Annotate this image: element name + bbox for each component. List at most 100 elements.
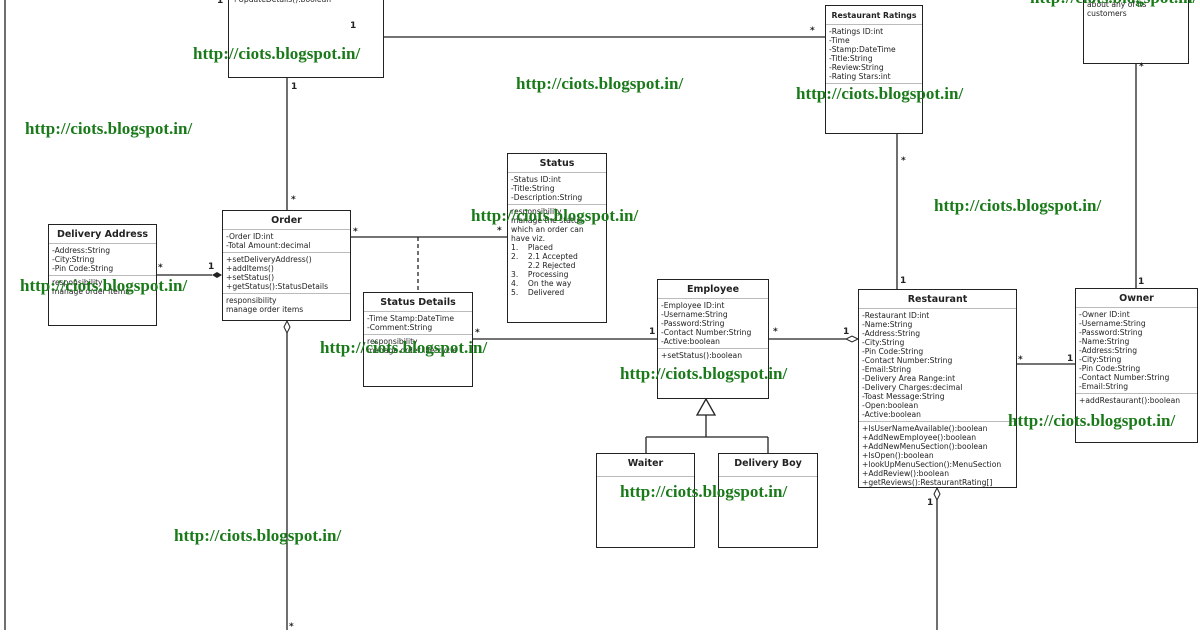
class-attribute: -Contact Number:String <box>661 328 752 337</box>
class-attribute: -Review:String <box>829 63 884 72</box>
class-attributes-section: -Address:String -City:String -Pin Code:Str… <box>49 244 156 276</box>
class-attribute: -City:String <box>862 338 905 347</box>
aggregation-diamond-icon <box>283 319 291 335</box>
class-method: +AddNewMenuSection():boolean <box>862 442 988 451</box>
responsibility-line: responsibility <box>226 296 277 305</box>
watermark-text: http://ciots.blogspot.in/ <box>193 44 361 63</box>
multiplicity: * <box>353 227 358 237</box>
class-attribute: -Time Stamp:DateTime <box>367 314 455 323</box>
watermark-text: http://ciots.blogspot.in/ <box>320 338 488 357</box>
class-attribute: -Rating Stars:int <box>829 72 891 81</box>
class-attribute: -Contact Number:String <box>862 356 953 365</box>
class-attribute: -City:String <box>52 255 95 264</box>
class-attribute: -Username:String <box>1079 319 1146 328</box>
class-attributes-section: -Order ID:int -Total Amount:decimal <box>223 230 350 253</box>
responsibility-line: customers <box>1087 9 1127 18</box>
multiplicity: 1 <box>1138 277 1145 287</box>
class-attributes-section: -Employee ID:int -Username:String -Passwor… <box>658 299 768 349</box>
generalization-triangle-icon <box>695 397 717 416</box>
class-name: Restaurant Ratings <box>826 6 922 25</box>
class-name: Employee <box>658 280 768 299</box>
multiplicity: 1 <box>217 0 224 6</box>
class-method: +IsUserNameAvailable():boolean <box>862 424 988 433</box>
class-method: +setDeliveryAddress() <box>226 255 312 264</box>
multiplicity: * <box>291 195 296 205</box>
class-methods-section: +IsUserNameAvailable():boolean +AddNewEmp… <box>859 422 1016 489</box>
watermark-text: http://ciots.blogspot.in/ <box>620 364 788 383</box>
class-method: +setStatus() <box>226 273 275 282</box>
multiplicity: 1 <box>927 498 934 508</box>
watermark-text: http://ciots.blogspot.in/ <box>471 206 639 225</box>
class-name: Status <box>508 154 606 173</box>
class-attribute: -Password:String <box>661 319 725 328</box>
aggregation-diamond-icon <box>933 486 941 502</box>
class-box-ratings: Restaurant Ratings -Ratings ID:int -Time -S… <box>825 5 923 134</box>
watermark-text: http://ciots.blogspot.in/ <box>25 119 193 138</box>
class-attribute: -Stamp:DateTime <box>829 45 896 54</box>
class-attribute: -Pin Code:String <box>862 347 924 356</box>
multiplicity: * <box>158 263 163 273</box>
class-attribute: -Delivery Charges:decimal <box>862 383 963 392</box>
class-attribute: -Email:String <box>1079 382 1129 391</box>
multiplicity: 1 <box>291 82 298 92</box>
class-attribute: -Name:String <box>862 320 913 329</box>
class-attribute: -Total Amount:decimal <box>226 241 311 250</box>
class-attribute: -Address:String <box>52 246 111 255</box>
class-attribute: -Employee ID:int <box>661 301 725 310</box>
class-name: Restaurant <box>859 290 1016 309</box>
responsibility-line: manage order items <box>226 305 304 314</box>
responsibility-line: 3. Processing <box>511 270 569 279</box>
class-box-status: Status -Status ID:int -Title:String -Descri… <box>507 153 607 323</box>
multiplicity: 1 <box>1067 354 1074 364</box>
class-attribute: -Owner ID:int <box>1079 310 1130 319</box>
class-methods-section: +setDeliveryAddress() +addItems() +setStat… <box>223 253 350 294</box>
watermark-text: http://ciots.blogspot.in/ <box>620 482 788 501</box>
composition-diamond-icon <box>212 272 222 278</box>
class-attributes-section: -Owner ID:int -Username:String -Password:S… <box>1076 308 1197 394</box>
class-name: Status Details <box>364 293 472 312</box>
class-name: Delivery Boy <box>719 454 817 477</box>
class-method: +UpdateDetails():boolean <box>232 0 380 4</box>
class-attribute: -Name:String <box>1079 337 1130 346</box>
class-name: Order <box>223 211 350 230</box>
class-method: +addRestaurant():boolean <box>1079 396 1181 405</box>
multiplicity: 1 <box>900 276 907 286</box>
class-attributes-section: -Status ID:int -Title:String -Description:… <box>508 173 606 205</box>
class-box-address: Delivery Address -Address:String -City:Str… <box>48 224 157 326</box>
responsibility-line: 2.2 Rejected <box>511 261 576 270</box>
class-method: +AddReview():boolean <box>862 469 950 478</box>
class-attribute: -Description:String <box>511 193 583 202</box>
class-attribute: -Pin Code:String <box>52 264 114 273</box>
class-attribute: -Time <box>829 36 850 45</box>
class-attribute: -Address:String <box>1079 346 1138 355</box>
class-attribute: -Contact Number:String <box>1079 373 1170 382</box>
multiplicity: * <box>810 26 815 36</box>
class-method: +setStatus():boolean <box>661 351 743 360</box>
class-attributes-section: -Time Stamp:DateTime -Comment:String <box>364 312 472 335</box>
class-attribute: -Restaurant ID:int <box>862 311 930 320</box>
multiplicity: 1 <box>843 327 850 337</box>
class-attribute: -Password:String <box>1079 328 1143 337</box>
class-attribute: -Username:String <box>661 310 728 319</box>
multiplicity: * <box>289 622 294 632</box>
class-method: +addItems() <box>226 264 274 273</box>
class-box-customer: -Contact Number:String-IMEI:String-Email… <box>228 0 384 78</box>
class-attribute: -Title:String <box>511 184 555 193</box>
class-attribute: -Open:boolean <box>862 401 919 410</box>
class-box-comments: responsibilitymanage commentsmade by a R… <box>1083 0 1189 64</box>
watermark-text: http://ciots.blogspot.in/ <box>934 196 1102 215</box>
class-attributes-section: -Restaurant ID:int -Name:String -Address:S… <box>859 309 1016 422</box>
class-method: +getReviews():RestaurantRating[] <box>862 478 993 487</box>
class-attribute: -Delivery Area Range:int <box>862 374 956 383</box>
class-name: Delivery Address <box>49 225 156 244</box>
watermark-text: http://ciots.blogspot.in/ <box>1030 0 1197 8</box>
class-attribute: -Ratings ID:int <box>829 27 884 36</box>
class-method: +getStatus():StatusDetails <box>226 282 329 291</box>
class-attribute: -Address:String <box>862 329 921 338</box>
watermark-text: http://ciots.blogspot.in/ <box>796 84 964 103</box>
class-attribute: -Active:boolean <box>862 410 921 419</box>
class-box-order: Order -Order ID:int -Total Amount:decimal +… <box>222 210 351 321</box>
class-method: +AddNewEmployee():boolean <box>862 433 977 442</box>
responsibility-line: have viz. <box>511 234 546 243</box>
class-responsibility-section: responsibility manage order items <box>223 294 350 316</box>
